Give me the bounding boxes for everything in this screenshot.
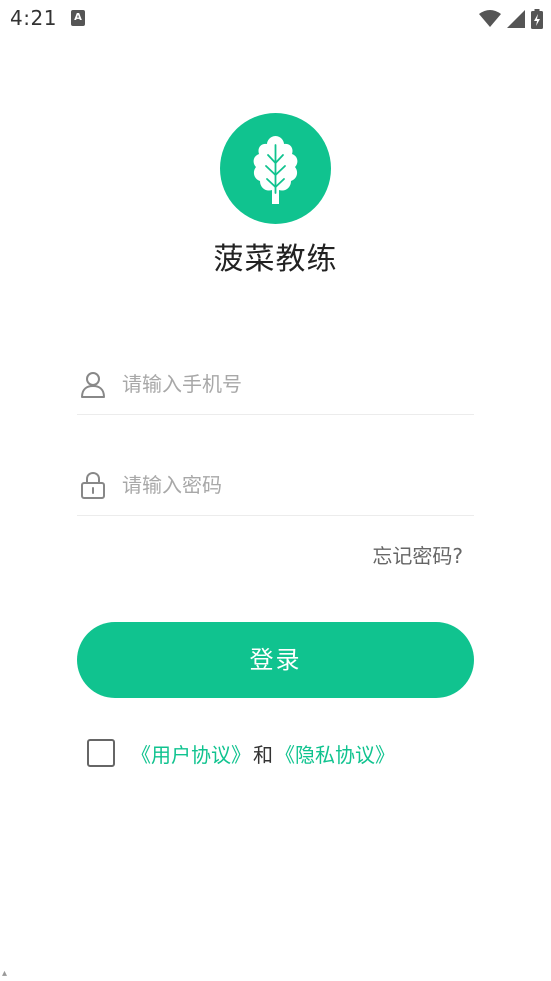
- password-input[interactable]: [122, 467, 462, 503]
- user-agreement-link[interactable]: 《用户协议》: [131, 739, 251, 768]
- signal-icon: [507, 10, 525, 28]
- status-time: 4:21: [10, 6, 57, 30]
- battery-icon: [531, 9, 543, 29]
- login-button[interactable]: 登录: [77, 622, 474, 698]
- password-field-row: [77, 455, 474, 516]
- login-screen: 4:21 A 菠菜教练 请输入手机号 忘记密码? 登录 《用户协议》 和 《隐私…: [0, 0, 551, 981]
- wifi-icon: [479, 10, 501, 27]
- agreement-and-text: 和: [253, 742, 273, 767]
- phone-field-row: [77, 354, 474, 415]
- phone-input[interactable]: [122, 366, 462, 402]
- status-bar: 4:21 A: [0, 0, 551, 40]
- agreement-checkbox[interactable]: [87, 739, 115, 767]
- agreement-row: 《用户协议》 和 《隐私协议》: [87, 737, 395, 769]
- status-indicators: [479, 8, 543, 30]
- spinach-leaf-icon: [220, 113, 331, 224]
- notification-icon: A: [71, 10, 85, 26]
- lock-icon: [81, 471, 105, 499]
- app-title: 菠菜教练: [213, 242, 338, 277]
- forgot-password-link[interactable]: 忘记密码?: [372, 540, 463, 569]
- privacy-policy-link[interactable]: 《隐私协议》: [275, 739, 395, 768]
- corner-mark: ▴: [2, 968, 8, 979]
- user-icon: [81, 372, 105, 398]
